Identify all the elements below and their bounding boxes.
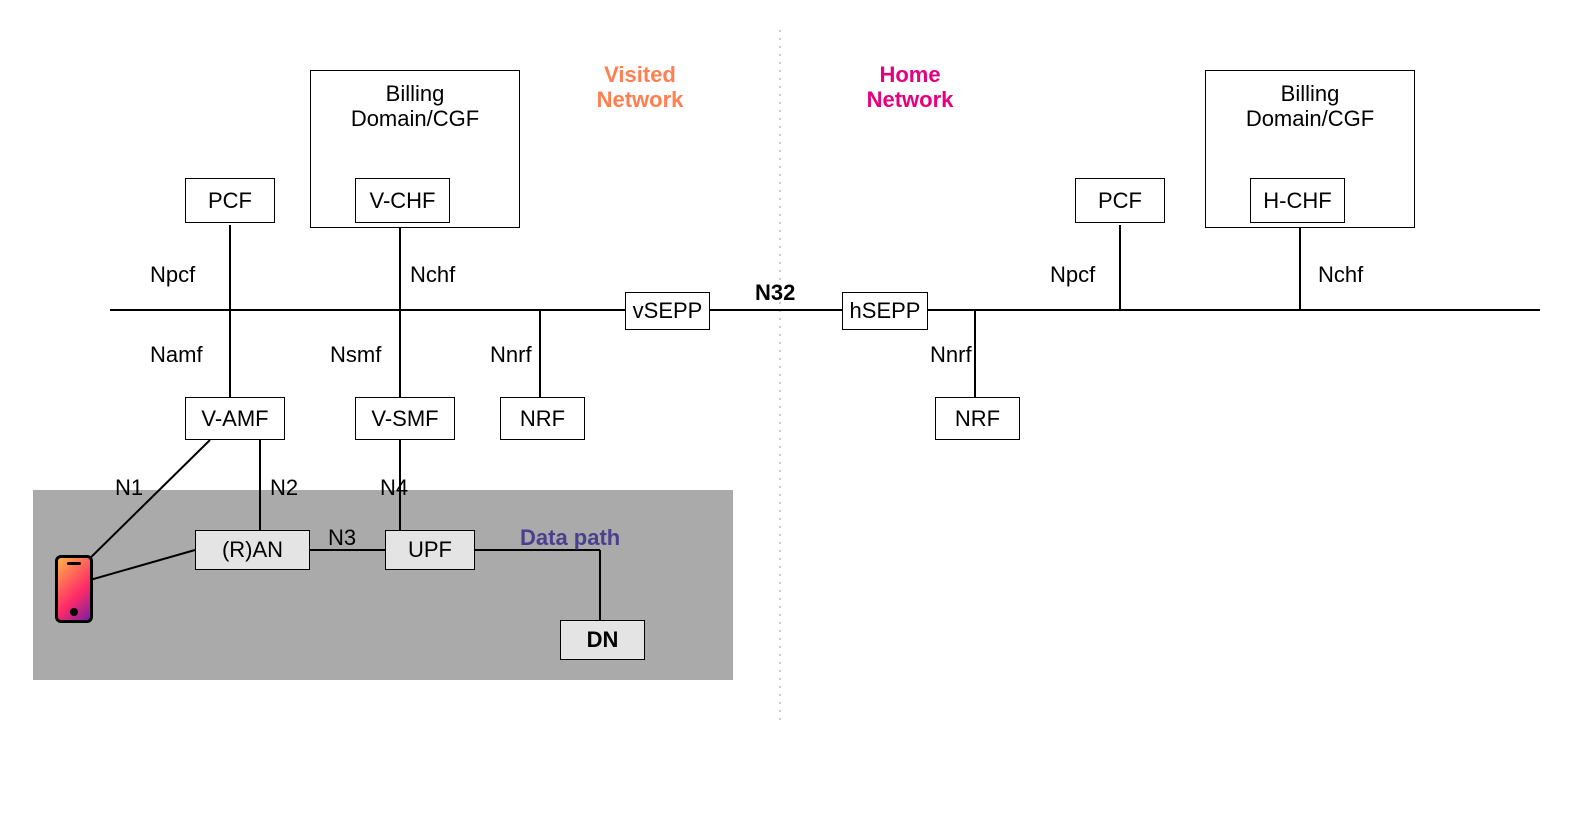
visited-network-title: VisitedNetwork (560, 62, 720, 113)
dn-box: DN (560, 620, 645, 660)
npcf-visited-label: Npcf (150, 262, 195, 288)
nnrf-home-label: Nnrf (930, 342, 972, 368)
billing-domain-home-label: BillingDomain/CGF (1246, 81, 1374, 132)
v-chf-label: V-CHF (370, 188, 436, 213)
nsmf-label: Nsmf (330, 342, 381, 368)
npcf-home-label: Npcf (1050, 262, 1095, 288)
pcf-home-box: PCF (1075, 178, 1165, 223)
nrf-home-label: NRF (955, 406, 1000, 431)
ran-box: (R)AN (195, 530, 310, 570)
home-network-title: HomeNetwork (830, 62, 990, 113)
n3-label: N3 (328, 525, 356, 551)
nchf-home-label: Nchf (1318, 262, 1363, 288)
ue-phone-icon (55, 555, 93, 623)
h-chf-label: H-CHF (1263, 188, 1331, 213)
hsepp-label: hSEPP (850, 298, 921, 323)
vsepp-label: vSEPP (633, 298, 703, 323)
nnrf-visited-label: Nnrf (490, 342, 532, 368)
pcf-home-label: PCF (1098, 188, 1142, 213)
v-amf-box: V-AMF (185, 397, 285, 440)
nchf-visited-label: Nchf (410, 262, 455, 288)
n2-label: N2 (270, 475, 298, 501)
v-smf-box: V-SMF (355, 397, 455, 440)
ran-label: (R)AN (222, 537, 283, 562)
billing-domain-visited-label: BillingDomain/CGF (351, 81, 479, 132)
diagram-stage: VisitedNetwork HomeNetwork BillingDomain… (0, 0, 1584, 824)
dn-label: DN (587, 627, 619, 652)
v-chf-box: V-CHF (355, 178, 450, 223)
namf-label: Namf (150, 342, 203, 368)
n1-label: N1 (115, 475, 143, 501)
h-chf-box: H-CHF (1250, 178, 1345, 223)
nrf-visited-box: NRF (500, 397, 585, 440)
upf-label: UPF (408, 537, 452, 562)
n32-label: N32 (755, 280, 795, 306)
v-amf-label: V-AMF (201, 406, 268, 431)
pcf-visited-box: PCF (185, 178, 275, 223)
hsepp-box: hSEPP (842, 292, 928, 330)
nrf-visited-label: NRF (520, 406, 565, 431)
data-path-label: Data path (520, 525, 620, 551)
upf-box: UPF (385, 530, 475, 570)
v-smf-label: V-SMF (371, 406, 438, 431)
vsepp-box: vSEPP (625, 292, 710, 330)
pcf-visited-label: PCF (208, 188, 252, 213)
n4-label: N4 (380, 475, 408, 501)
nrf-home-box: NRF (935, 397, 1020, 440)
